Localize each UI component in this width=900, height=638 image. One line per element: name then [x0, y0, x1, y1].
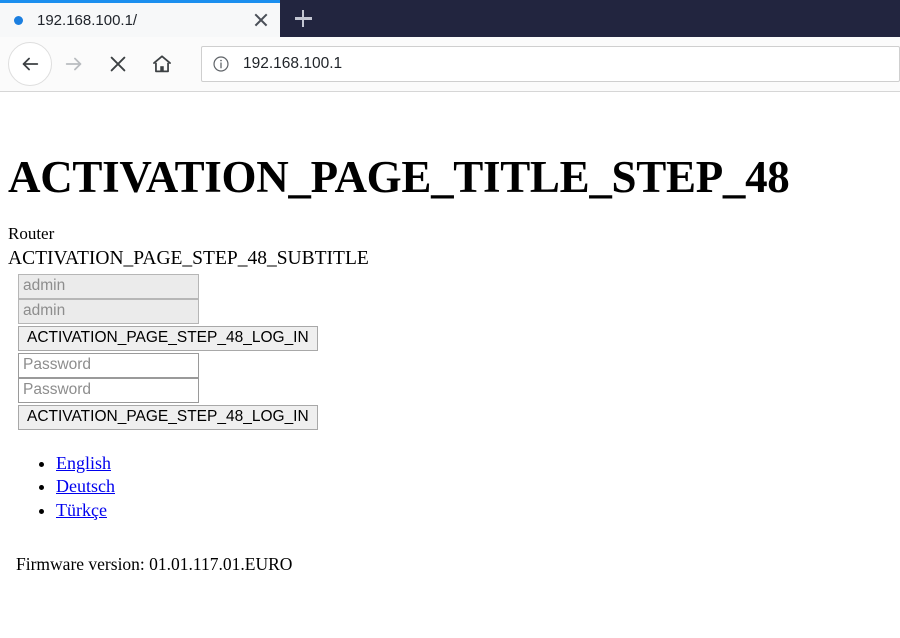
browser-toolbar: 192.168.100.1	[0, 37, 900, 92]
device-label: Router	[8, 224, 55, 244]
tab-strip: 192.168.100.1/	[0, 0, 900, 37]
stop-x-icon	[110, 56, 126, 72]
forward-arrow-icon	[65, 57, 82, 71]
home-button[interactable]	[140, 42, 184, 86]
info-circle-icon[interactable]	[212, 55, 230, 73]
address-bar-url: 192.168.100.1	[243, 55, 343, 72]
router-activation-page: ACTIVATION_PAGE_TITLE_STEP_48 Router ACT…	[0, 92, 900, 584]
language-link-turkce[interactable]: Türkçe	[56, 500, 107, 520]
tab-title: 192.168.100.1/	[37, 12, 138, 28]
forward-button[interactable]	[52, 42, 96, 86]
language-list: English Deutsch Türkçe	[8, 452, 892, 523]
back-arrow-icon	[22, 57, 39, 71]
password-input-primary[interactable]	[18, 298, 199, 324]
firmware-version: Firmware version: 01.01.117.01.EURO	[16, 553, 293, 574]
login-form-primary: ACTIVATION_PAGE_STEP_48_LOG_IN	[8, 273, 892, 351]
new-tab-button[interactable]	[280, 0, 326, 37]
browser-tab[interactable]: 192.168.100.1/	[0, 0, 280, 37]
page-title: ACTIVATION_PAGE_TITLE_STEP_48	[8, 152, 790, 202]
login-button-primary[interactable]: ACTIVATION_PAGE_STEP_48_LOG_IN	[18, 325, 318, 351]
address-bar[interactable]: 192.168.100.1	[201, 46, 900, 82]
home-icon	[153, 55, 171, 73]
list-item: Deutsch	[56, 475, 892, 499]
language-link-english[interactable]: English	[56, 453, 111, 473]
password-input-secondary[interactable]	[18, 377, 199, 403]
list-item: Türkçe	[56, 499, 892, 523]
stop-button[interactable]	[96, 42, 140, 86]
username-input-secondary[interactable]	[18, 352, 199, 378]
page-subtitle: ACTIVATION_PAGE_STEP_48_SUBTITLE	[8, 248, 369, 270]
back-button[interactable]	[8, 42, 52, 86]
login-button-secondary[interactable]: ACTIVATION_PAGE_STEP_48_LOG_IN	[18, 404, 318, 430]
tab-favicon-icon	[14, 15, 23, 25]
tab-close-icon[interactable]	[250, 9, 272, 31]
browser-window: 192.168.100.1/ 192.168.100.1 ACTIVATION_…	[0, 0, 900, 638]
language-link-deutsch[interactable]: Deutsch	[56, 476, 115, 496]
login-form-secondary: ACTIVATION_PAGE_STEP_48_LOG_IN	[8, 352, 892, 430]
list-item: English	[56, 452, 892, 476]
page-viewport: ACTIVATION_PAGE_TITLE_STEP_48 Router ACT…	[0, 92, 900, 637]
username-input-primary[interactable]	[18, 273, 199, 299]
